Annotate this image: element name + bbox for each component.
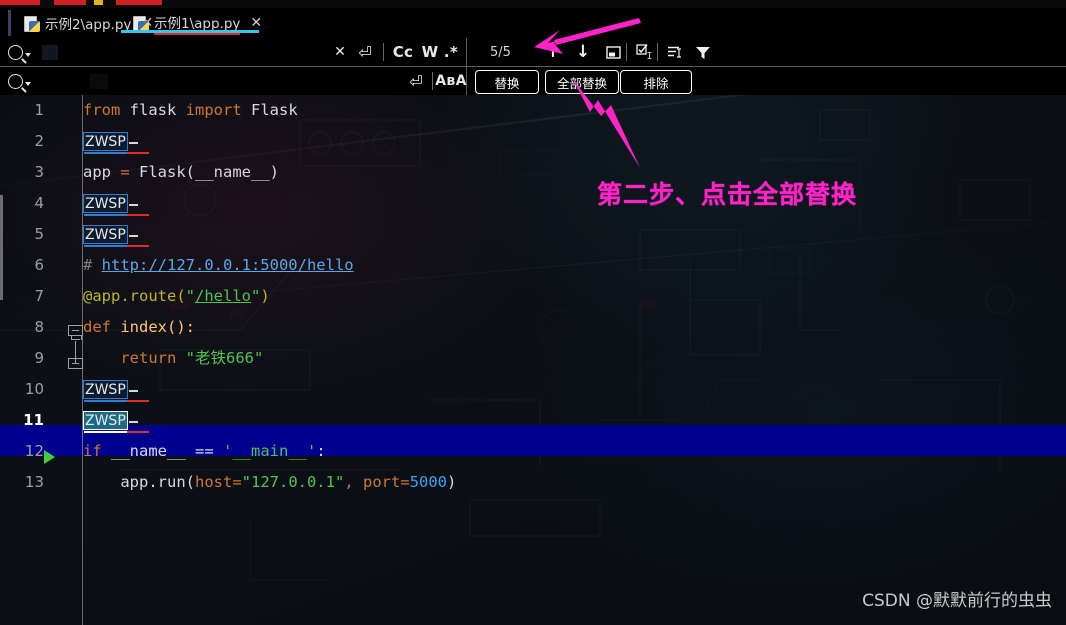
code-line-12: if __name__ == '__main__': [83,442,326,460]
search-icon[interactable] [8,72,34,90]
code-line-11: ZWSP [83,405,149,436]
line-number: 3 [34,163,44,181]
line-number: 13 [24,473,44,491]
code-line-1: from flask import Flask [83,101,298,119]
multiline-search-icon[interactable]: ⏎ [354,38,376,66]
code-line-4: ZWSP [83,188,149,219]
open-in-new-window-icon[interactable] [600,38,626,66]
python-file-icon [133,15,149,32]
exclude-button[interactable]: 排除 [620,70,692,94]
line-number: 8 [34,318,44,336]
line-number: 9 [34,349,44,367]
url-link[interactable]: http://127.0.0.1:5000/hello [102,256,354,274]
code-line-9: return "老铁666" [83,349,264,367]
clear-search-icon[interactable]: ✕ [330,38,350,66]
match-case-toggle[interactable]: Cc [390,38,416,66]
code-line-7: @app.route("/hello") [83,287,270,305]
zwsp-marker: ZWSP [83,380,149,402]
truncated-toolbar-strip [0,0,1066,8]
line-number: 5 [34,225,44,243]
arrow-up-icon[interactable]: ↑ [540,38,566,66]
editor-scrollbar-thumb[interactable] [0,195,3,300]
find-replace-panel: ✕ ⏎ Cc W .* 5/5 ↑ ↓ ⏎ AʙA 替换 全部替换 排除 [0,38,1066,95]
pycharm-window: 示例2\app.py ✕ 示例1\app.py ✕ ✕ ⏎ [0,0,1066,625]
line-number: 10 [24,380,44,398]
code-fold-end-marker[interactable] [68,358,83,373]
find-field-zone: ✕ ⏎ Cc W .* [0,38,467,66]
arrow-down-icon[interactable]: ↓ [570,38,596,66]
preserve-case-toggle[interactable]: AʙA [435,67,466,95]
editor-tab-bar: 示例2\app.py ✕ 示例1\app.py ✕ [0,8,1066,39]
tab-label: 示例2\app.py [45,17,132,33]
code-line-6: # http://127.0.0.1:5000/hello [83,256,354,274]
tab-group-marker [8,10,11,36]
code-text-area[interactable]: from flask import Flask ZWSP app = Flask… [83,95,1066,625]
code-editor[interactable]: 1 2 3 4 5 6 7 8 9 10 11 12 13 from flask… [0,95,1066,625]
multiline-replace-icon[interactable]: ⏎ [405,67,427,95]
zwsp-marker: ZWSP [83,194,149,216]
replace-button[interactable]: 替换 [475,70,539,94]
replace-field-zone: ⏎ AʙA [0,67,467,95]
zwsp-marker: ZWSP [83,132,149,154]
line-number-current: 11 [23,411,44,429]
filter-icon[interactable] [690,38,716,66]
active-tab-underline [121,30,259,33]
line-number: 2 [34,132,44,150]
tab-example1-app-py[interactable]: 示例1\app.py ✕ [123,8,270,38]
replace-input[interactable] [40,70,320,92]
match-counter: 5/5 [490,44,511,60]
find-row: ✕ ⏎ Cc W .* 5/5 ↑ ↓ [0,38,1066,67]
code-line-13: app.run(host="127.0.0.1", port=5000) [83,473,457,491]
search-icon[interactable] [8,43,34,61]
python-file-icon [24,15,40,32]
tab-close-icon[interactable]: ✕ [250,16,262,30]
line-number-gutter: 1 2 3 4 5 6 7 8 9 10 11 12 13 [0,95,72,625]
search-invisible-char [42,45,58,60]
line-number: 12 [24,442,44,460]
line-number: 1 [34,101,44,119]
whole-words-toggle[interactable]: W [418,38,442,66]
code-line-8: def index(): [83,318,195,336]
replace-row: ⏎ AʙA 替换 全部替换 排除 [0,67,1066,95]
zwsp-marker-selected: ZWSP [83,411,149,433]
search-input[interactable] [40,41,320,63]
code-line-5: ZWSP [83,219,149,250]
code-line-3: app = Flask(__name__) [83,163,279,181]
code-line-2: ZWSP [83,126,149,157]
line-number: 7 [34,287,44,305]
line-number: 6 [34,256,44,274]
code-line-10: ZWSP [83,374,149,405]
run-gutter-icon[interactable] [44,450,55,464]
replace-cursor-block [90,74,108,89]
regex-toggle[interactable]: .* [440,38,462,66]
select-all-occurrences-icon[interactable] [632,38,658,66]
replace-all-button[interactable]: 全部替换 [545,70,619,94]
search-in-selection-icon[interactable] [663,38,689,66]
line-number: 4 [34,194,44,212]
zwsp-marker: ZWSP [83,225,149,247]
code-fold-marker[interactable] [68,325,83,340]
